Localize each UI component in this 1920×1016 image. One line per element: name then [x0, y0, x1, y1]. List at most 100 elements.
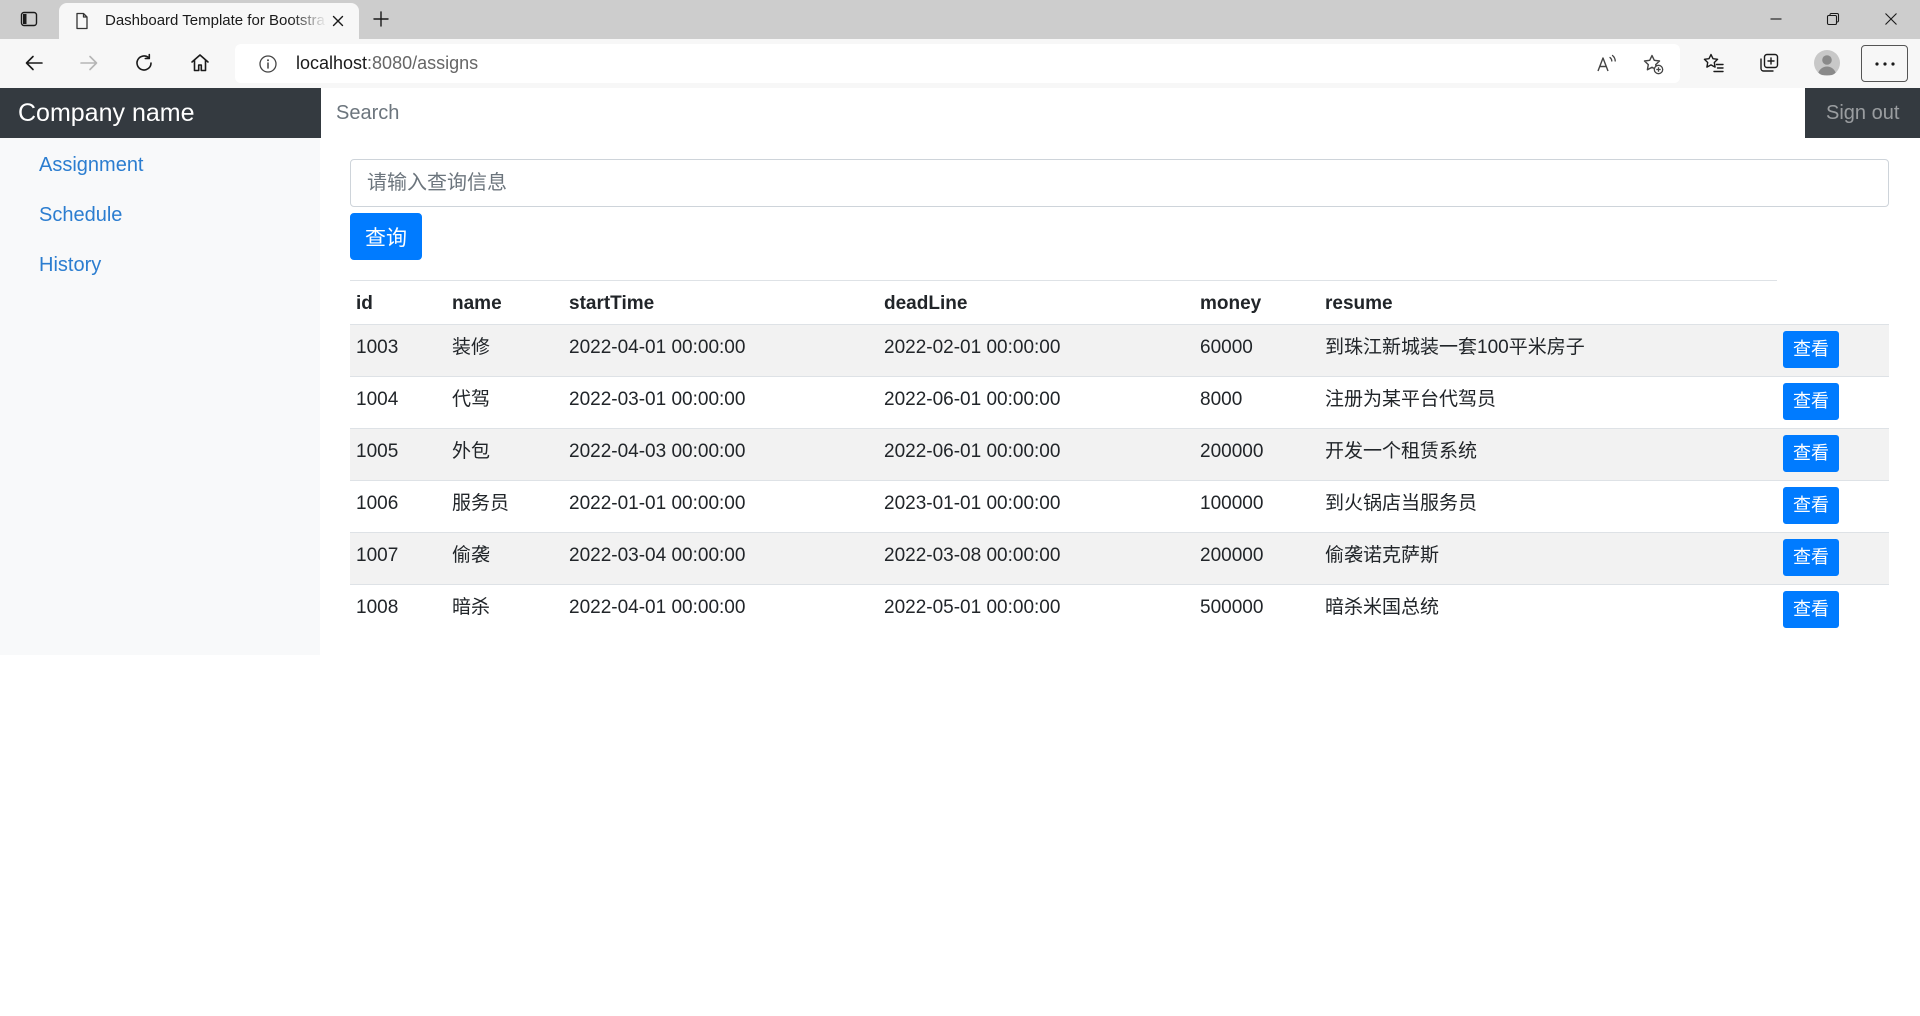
minimize-window-button[interactable] [1760, 3, 1792, 35]
collections-button[interactable] [1749, 43, 1789, 83]
cell-id: 1007 [350, 532, 446, 585]
browser-tab-active[interactable]: Dashboard Template for Bootstra [59, 3, 359, 39]
tab-close-button[interactable] [328, 11, 348, 31]
new-tab-button[interactable] [369, 7, 393, 31]
cell-start-time: 2022-04-01 00:00:00 [563, 584, 878, 637]
favorites-icon [1703, 53, 1724, 73]
cell-name: 外包 [446, 428, 563, 481]
cell-deadline: 2022-05-01 00:00:00 [878, 584, 1194, 637]
close-window-button[interactable] [1875, 3, 1907, 35]
main-content: 查询 id name startTime deadLine money resu… [320, 138, 1920, 658]
cell-action: 查看 [1777, 584, 1889, 637]
cell-resume: 到珠江新城装一套100平米房子 [1319, 324, 1777, 377]
cell-deadline: 2022-03-08 00:00:00 [878, 532, 1194, 585]
refresh-button[interactable] [124, 43, 164, 83]
close-icon [1885, 13, 1897, 25]
cell-money: 60000 [1194, 324, 1319, 377]
star-add-icon [1643, 54, 1664, 75]
cell-name: 偷袭 [446, 532, 563, 585]
sign-out-link[interactable]: Sign out [1826, 88, 1899, 138]
cell-action: 查看 [1777, 376, 1889, 429]
cell-resume: 开发一个租赁系统 [1319, 428, 1777, 481]
cell-name: 服务员 [446, 480, 563, 533]
forward-button[interactable] [69, 43, 109, 83]
cell-name: 代驾 [446, 376, 563, 429]
refresh-icon [136, 53, 152, 71]
url-host: localhost [296, 53, 368, 73]
browser-toolbar: localhost:8080/assigns [0, 39, 1920, 88]
cell-action: 查看 [1777, 480, 1889, 533]
tab-actions-button[interactable] [17, 7, 41, 31]
home-button[interactable] [180, 43, 220, 83]
read-aloud-icon [1597, 54, 1616, 72]
table-row: 1005 外包 2022-04-03 00:00:00 2022-06-01 00:0… [350, 428, 1889, 481]
cell-id: 1008 [350, 584, 446, 637]
brand-link[interactable]: Company name [0, 88, 321, 138]
view-button[interactable]: 查看 [1783, 487, 1839, 524]
cell-action: 查看 [1777, 532, 1889, 585]
table-row: 1004 代驾 2022-03-01 00:00:00 2022-06-01 00:0… [350, 376, 1889, 429]
minimize-icon [1770, 18, 1782, 20]
view-button[interactable]: 查看 [1783, 331, 1839, 368]
back-button[interactable] [14, 43, 54, 83]
site-info-button[interactable] [257, 53, 279, 75]
cell-name: 装修 [446, 324, 563, 377]
view-button[interactable]: 查看 [1783, 539, 1839, 576]
view-button[interactable]: 查看 [1783, 383, 1839, 420]
header-resume: resume [1319, 280, 1777, 325]
cell-deadline: 2023-01-01 00:00:00 [878, 480, 1194, 533]
sidebar: Assignment Schedule History [0, 138, 320, 655]
table-row: 1003 装修 2022-04-01 00:00:00 2022-02-01 00:0… [350, 324, 1889, 377]
home-icon [191, 54, 209, 72]
cell-action: 查看 [1777, 428, 1889, 481]
plus-icon [373, 11, 389, 27]
avatar-icon [1814, 50, 1840, 76]
restore-window-button[interactable] [1817, 3, 1849, 35]
address-bar[interactable]: localhost:8080/assigns [235, 44, 1680, 83]
cell-money: 100000 [1194, 480, 1319, 533]
sidebar-item-assignment[interactable]: Assignment [0, 140, 320, 190]
info-icon [259, 55, 277, 73]
read-aloud-button[interactable] [1594, 52, 1618, 76]
tab-actions-icon [20, 11, 38, 27]
sidebar-item-history[interactable]: History [0, 240, 320, 290]
query-button[interactable]: 查询 [350, 213, 422, 260]
cell-start-time: 2022-04-03 00:00:00 [563, 428, 878, 481]
table-row: 1008 暗杀 2022-04-01 00:00:00 2022-05-01 00:0… [350, 584, 1889, 637]
header-id: id [350, 280, 446, 325]
header-name: name [446, 280, 563, 325]
table-row: 1007 偷袭 2022-03-04 00:00:00 2022-03-08 00:0… [350, 532, 1889, 585]
cell-id: 1003 [350, 324, 446, 377]
cell-money: 8000 [1194, 376, 1319, 429]
cell-id: 1004 [350, 376, 446, 429]
cell-deadline: 2022-02-01 00:00:00 [878, 324, 1194, 377]
restore-icon [1826, 12, 1840, 26]
query-input[interactable] [350, 159, 1889, 207]
add-favorite-button[interactable] [1641, 52, 1665, 76]
cell-resume: 注册为某平台代驾员 [1319, 376, 1777, 429]
more-button[interactable] [1861, 45, 1908, 82]
cell-start-time: 2022-03-01 00:00:00 [563, 376, 878, 429]
profile-button[interactable] [1807, 43, 1847, 83]
favorites-button[interactable] [1694, 43, 1734, 83]
url-text[interactable]: localhost:8080/assigns [296, 44, 478, 83]
cell-money: 200000 [1194, 532, 1319, 585]
table-header: id name startTime deadLine money resume [350, 280, 1889, 325]
cell-action: 查看 [1777, 324, 1889, 377]
cell-start-time: 2022-03-04 00:00:00 [563, 532, 878, 585]
cell-money: 200000 [1194, 428, 1319, 481]
view-button[interactable]: 查看 [1783, 591, 1839, 628]
sidebar-item-schedule[interactable]: Schedule [0, 190, 320, 240]
url-path: :8080/assigns [367, 53, 479, 73]
collections-icon [1760, 53, 1779, 72]
cell-id: 1005 [350, 428, 446, 481]
cell-deadline: 2022-06-01 00:00:00 [878, 376, 1194, 429]
header-row: id name startTime deadLine money resume [350, 280, 1889, 325]
cell-resume: 偷袭诺克萨斯 [1319, 532, 1777, 585]
assignments-table: id name startTime deadLine money resume … [350, 280, 1889, 637]
search-input[interactable] [321, 88, 1805, 138]
view-button[interactable]: 查看 [1783, 435, 1839, 472]
header-deadline: deadLine [878, 280, 1194, 325]
cell-resume: 暗杀米国总统 [1319, 584, 1777, 637]
cell-resume: 到火锅店当服务员 [1319, 480, 1777, 533]
